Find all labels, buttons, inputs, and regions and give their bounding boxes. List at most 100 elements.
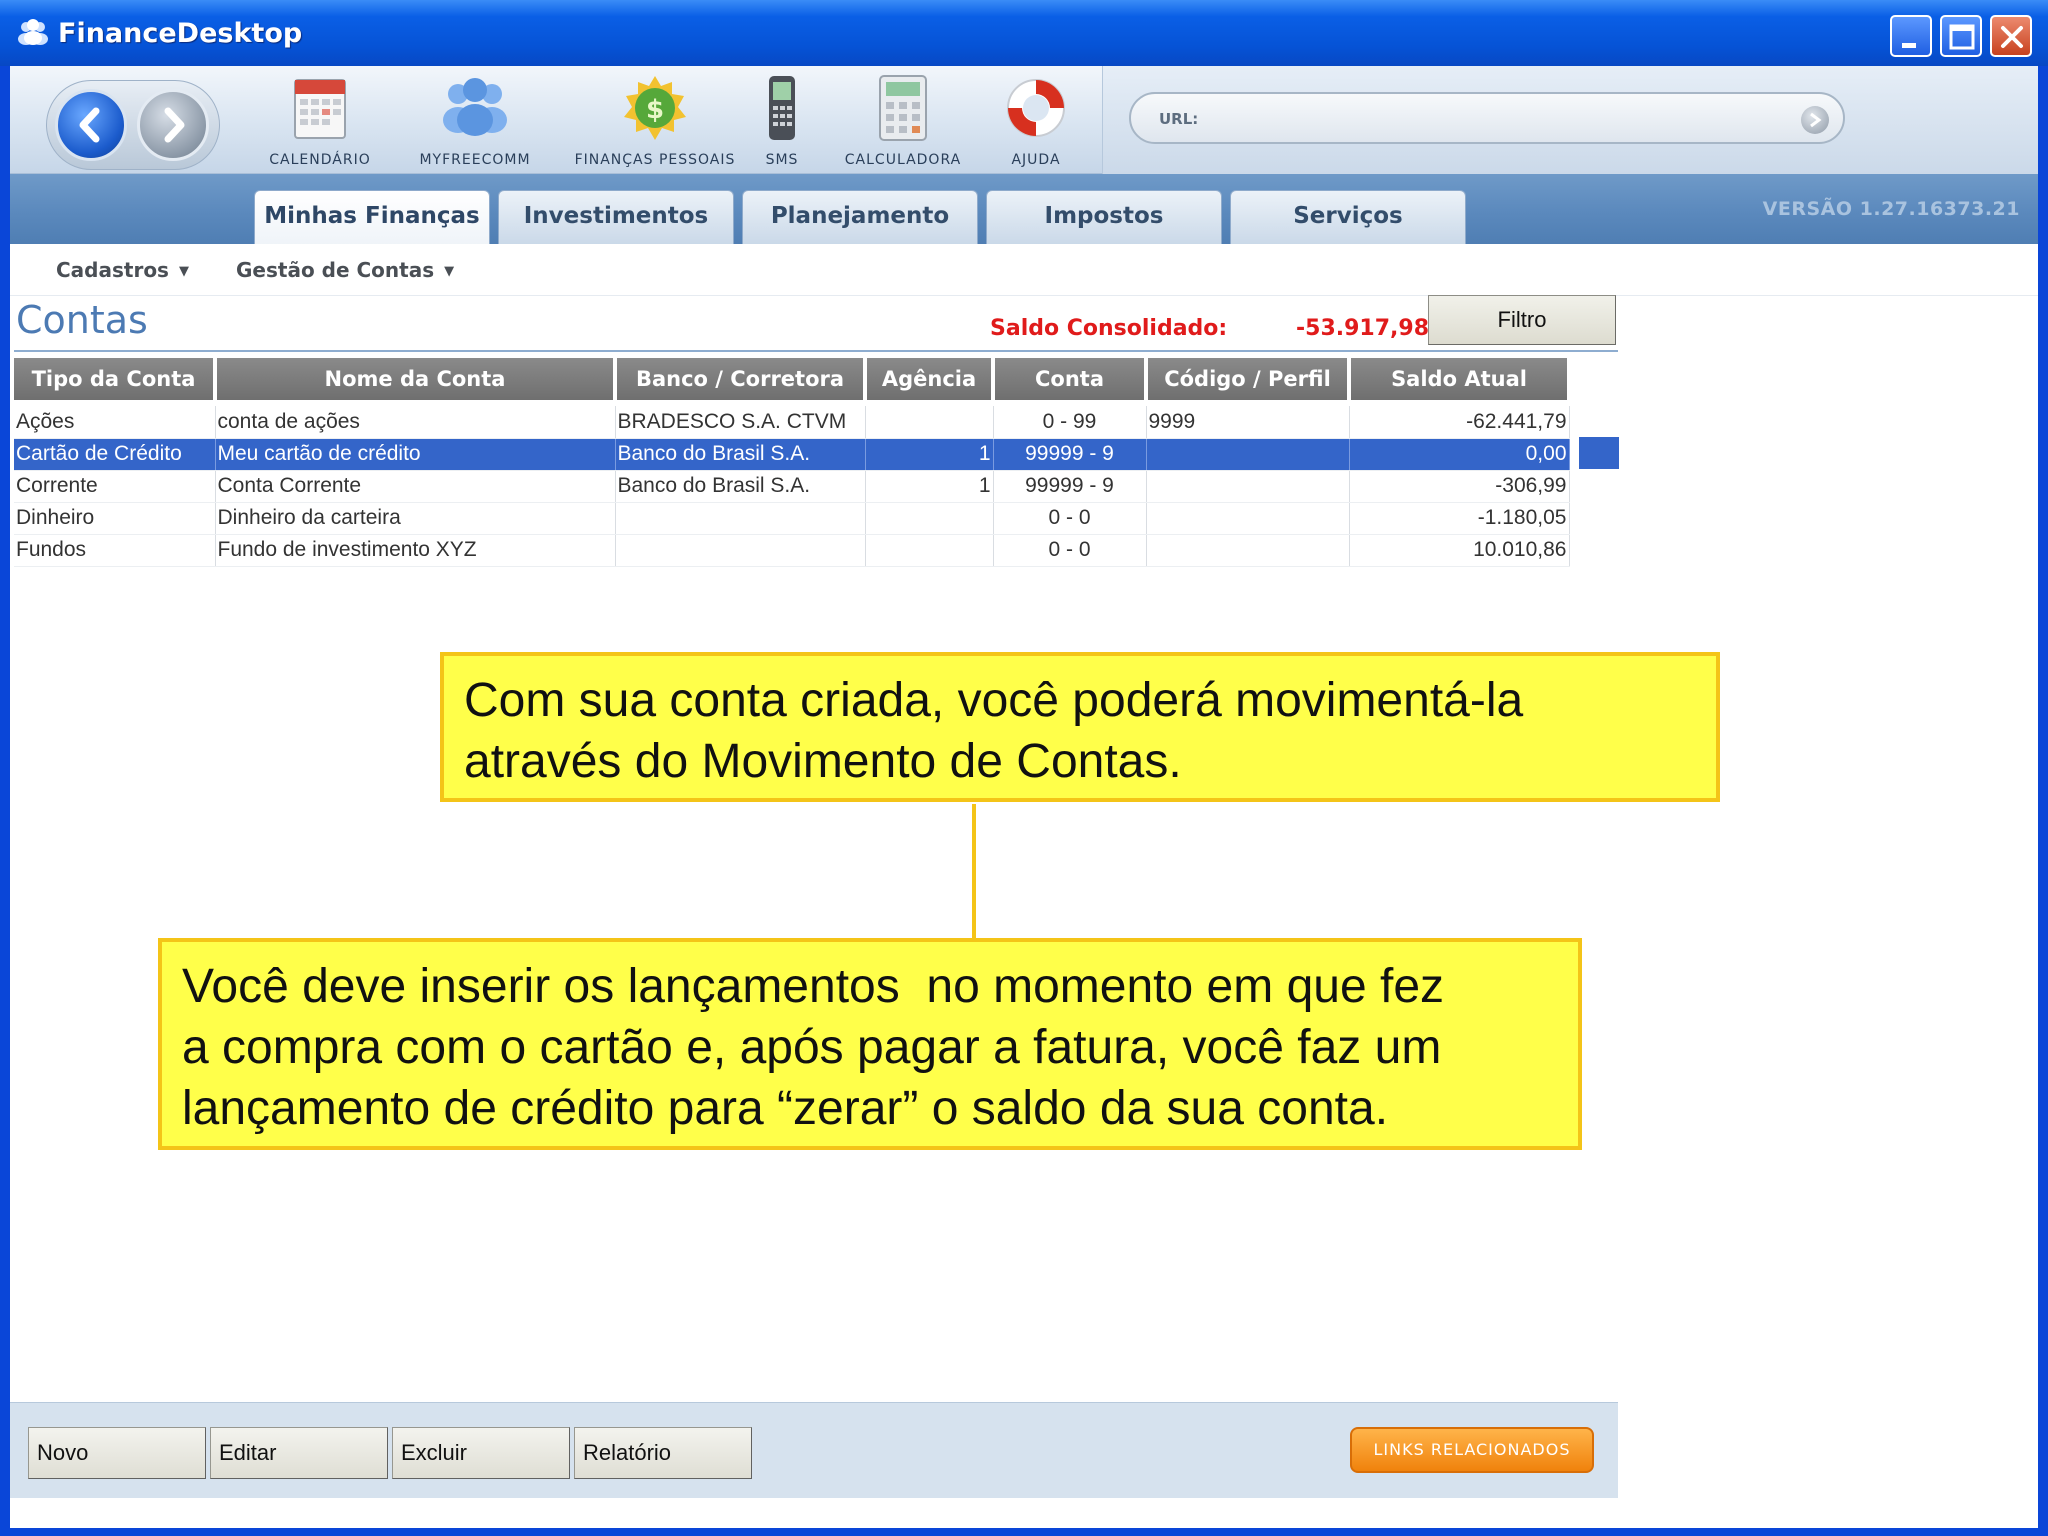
tool-sms[interactable]: SMS [744,74,820,170]
tool-ajuda[interactable]: AJUDA [986,74,1086,170]
toolbar: CALENDÁRIO MYFREECOMM $ FINANÇAS PESSOAI… [10,66,2038,174]
maximize-icon [1949,24,1975,50]
close-icon [2001,26,2023,48]
tool-label: SMS [765,152,799,168]
tool-label: AJUDA [1011,152,1061,168]
tool-label: CALCULADORA [844,152,962,168]
table-cell: 1 [865,470,994,503]
novo-button[interactable]: Novo [28,1427,206,1479]
go-icon[interactable] [1801,106,1829,134]
table-row[interactable]: Corrente Conta Corrente Banco do Brasil … [14,470,1570,503]
table-cell: 99999 - 9 [993,470,1147,503]
column-header[interactable]: Tipo da Conta [14,358,217,400]
calendar-icon [294,79,346,139]
saldo-consolidado-value: -53.917,98 [1296,316,1429,341]
table-cell: 1 [865,438,994,471]
filter-button[interactable]: Filtro [1428,295,1616,345]
callout-line: lançamento de crédito para “zerar” o sal… [182,1082,1389,1135]
app-window: FinanceDesktop CALENDÁRIO MYFREECOMM $ F… [0,0,2048,1536]
table-row[interactable]: Ações conta de ações BRADESCO S.A. CTVM … [14,406,1570,439]
column-header[interactable]: Saldo Atual [1349,358,1571,400]
table-cell: Ações [14,406,216,439]
tab-planejamento[interactable]: Planejamento [742,190,978,246]
app-users-icon [18,19,48,45]
callout-tip: Com sua conta criada, você poderá movime… [440,652,1720,802]
arrow-right-icon [164,107,185,143]
back-button[interactable] [55,89,127,161]
callout-line: Você deve inserir os lançamentos no mome… [182,960,1445,1013]
tab-impostos[interactable]: Impostos [986,190,1222,246]
column-header[interactable]: Agência [865,358,995,400]
table-cell: 9999 [1146,406,1350,439]
table-cell: 0 - 0 [993,502,1147,535]
tool-label: CALENDÁRIO [269,152,371,168]
table-cell [865,502,994,535]
excluir-button[interactable]: Excluir [392,1427,570,1479]
table-cell: 99999 - 9 [993,438,1147,471]
callout-line: através do Movimento de Contas. [464,735,1182,788]
accounts-table: Tipo da Conta Nome da Conta Banco / Corr… [14,358,1571,567]
table-row[interactable]: Dinheiro Dinheiro da carteira 0 - 0 -1.1… [14,502,1570,535]
tool-financas-pessoais[interactable]: $ FINANÇAS PESSOAIS [560,74,750,170]
tool-label: MYFREECOMM [419,152,531,168]
table-cell [1146,502,1350,535]
minimize-button[interactable] [1890,15,1932,57]
tool-myfreecomm[interactable]: MYFREECOMM [400,74,550,170]
saldo-consolidado-label: Saldo Consolidado: [990,316,1228,341]
table-cell: 0,00 [1349,438,1570,471]
phone-icon [769,76,795,140]
links-relacionados-button[interactable]: LINKS RELACIONADOS [1350,1427,1594,1473]
url-area: URL: [1102,66,2038,174]
table-cell [615,534,866,567]
url-input[interactable]: URL: [1129,92,1845,144]
close-button[interactable] [1990,15,2032,57]
tool-calculadora[interactable]: CALCULADORA [828,74,978,170]
maximize-button[interactable] [1940,15,1982,57]
tab-investimentos[interactable]: Investimentos [498,190,734,246]
forward-button[interactable] [137,89,209,161]
lifebuoy-icon [1007,79,1065,137]
table-cell [865,534,994,567]
table-cell [865,406,994,439]
tab-minhas-financas[interactable]: Minhas Finanças [254,190,490,248]
table-cell [1146,534,1350,567]
window-title: FinanceDesktop [58,18,303,49]
column-header[interactable]: Nome da Conta [215,358,617,400]
table-row[interactable]: Fundos Fundo de investimento XYZ 0 - 0 1… [14,534,1570,567]
callout-line: a compra com o cartão e, após pagar a fa… [182,1021,1442,1074]
title-bar[interactable]: FinanceDesktop [0,0,2048,66]
column-header[interactable]: Código / Perfil [1146,358,1351,400]
divider [14,350,1618,352]
table-cell: Dinheiro da carteira [215,502,616,535]
column-header[interactable]: Conta [993,358,1148,400]
table-cell: Meu cartão de crédito [215,438,616,471]
tool-calendar[interactable]: CALENDÁRIO [250,74,390,170]
table-cell: conta de ações [215,406,616,439]
menu-cadastros[interactable]: Cadastros ▼ [56,258,189,282]
table-cell: Banco do Brasil S.A. [615,438,866,471]
table-cell: Corrente [14,470,216,503]
table-cell: BRADESCO S.A. CTVM [615,406,866,439]
table-cell: Fundos [14,534,216,567]
editar-button[interactable]: Editar [210,1427,388,1479]
submenu-bar: Cadastros ▼ Gestão de Contas ▼ [10,244,2038,296]
money-icon: $ [624,76,686,140]
column-header[interactable]: Banco / Corretora [615,358,867,400]
table-cell: -306,99 [1349,470,1570,503]
menu-label: Cadastros [56,258,169,282]
relatorio-button[interactable]: Relatório [574,1427,752,1479]
table-cell: 0 - 0 [993,534,1147,567]
callout-connector [972,804,976,938]
caret-down-icon: ▼ [444,264,455,279]
tab-servicos[interactable]: Serviços [1230,190,1466,246]
table-cell [615,502,866,535]
table-cell: Dinheiro [14,502,216,535]
version-label: VERSÃO 1.27.16373.21 [1762,198,2020,220]
menu-gestao-de-contas[interactable]: Gestão de Contas ▼ [236,258,454,282]
table-cell [1146,470,1350,503]
callout-instruction: Você deve inserir os lançamentos no mome… [158,938,1582,1150]
menu-label: Gestão de Contas [236,258,435,282]
table-cell: 0 - 99 [993,406,1147,439]
table-row-selected[interactable]: Cartão de Crédito Meu cartão de crédito … [14,438,1570,471]
minimize-icon [1902,43,1916,48]
